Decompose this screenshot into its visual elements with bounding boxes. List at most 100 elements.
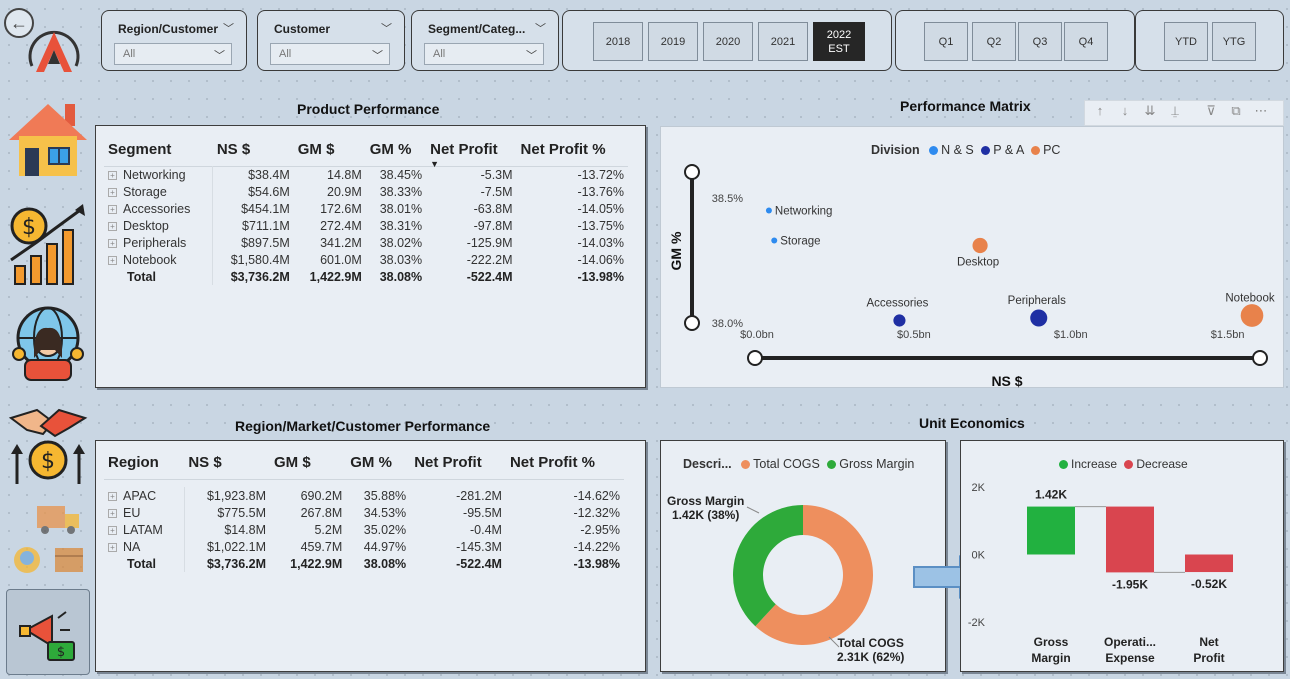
table-row[interactable]: + Storage $54.6M 20.9M 38.33% -7.5M -13.76% — [104, 183, 628, 200]
expand-plus-icon[interactable]: + — [108, 170, 117, 180]
filter-select[interactable]: All ﹀ — [270, 43, 390, 65]
quarter-q3-button[interactable]: Q3 — [1018, 22, 1062, 61]
y-axis-label: GM % — [668, 231, 684, 270]
filter-region-customer[interactable]: Region/Customer ﹀ All ﹀ — [101, 10, 247, 71]
table-cell: 38.03% — [379, 252, 423, 267]
filter-icon[interactable]: ⊽ — [1200, 103, 1222, 123]
supply-chain-nav-icon[interactable] — [6, 498, 90, 584]
chevron-down-icon[interactable]: ﹀ — [223, 20, 234, 36]
table-row[interactable]: + Accessories $454.1M 172.6M 38.01% -63.8M -14… — [104, 200, 628, 217]
expand-plus-icon[interactable]: + — [108, 542, 117, 552]
year-2021-button[interactable]: 2021 — [758, 22, 808, 61]
col-header[interactable]: Net Profit % — [517, 134, 628, 166]
svg-text:$: $ — [57, 645, 65, 660]
col-header[interactable]: Net Profit % — [506, 447, 624, 479]
waterfall-bar[interactable] — [1185, 554, 1233, 573]
col-header[interactable]: GM % — [366, 134, 426, 166]
filter-select[interactable]: All ﹀ — [114, 43, 232, 65]
expand-hierarchy-icon[interactable]: ⍊ — [1164, 103, 1186, 123]
table-row[interactable]: + NA $1,022.1M 459.7M 44.97% -145.3M -14.22% — [104, 538, 624, 555]
total-cell: -522.4M — [466, 269, 513, 284]
more-options-icon[interactable]: ⋯ — [1250, 103, 1272, 123]
table-row[interactable]: + Notebook $1,580.4M 601.0M 38.03% -222.2M -14… — [104, 251, 628, 268]
table-cell: -13.75% — [577, 218, 624, 233]
table-cell: 5.2M — [314, 522, 343, 537]
expand-plus-icon[interactable]: + — [108, 508, 117, 518]
table-cell: -12.32% — [573, 505, 620, 520]
quarter-q1-button[interactable]: Q1 — [924, 22, 968, 61]
expand-plus-icon[interactable]: + — [108, 525, 117, 535]
total-row[interactable]: Total $3,736.2M 1,422.9M 38.08% -522.4M -13.9… — [104, 555, 624, 572]
year-2022-est-button[interactable]: 2022 EST — [813, 22, 865, 61]
col-header[interactable]: Segment — [104, 134, 213, 166]
col-header[interactable]: Region — [104, 447, 184, 479]
table-cell: -7.5M — [480, 184, 513, 199]
chevron-down-icon: ﹀ — [214, 50, 225, 62]
expand-plus-icon[interactable]: + — [108, 238, 117, 248]
expand-plus-icon[interactable]: + — [108, 221, 117, 231]
table-row[interactable]: + Networking $38.4M 14.8M 38.45% -5.3M -13.72% — [104, 166, 628, 183]
category-label: Operati... Expense — [1104, 635, 1156, 665]
table-row[interactable]: + APAC $1,923.8M 690.2M 35.88% -281.2M -14.62% — [104, 487, 624, 504]
drill-down-icon[interactable]: ↓ — [1114, 103, 1136, 123]
drill-up-icon[interactable]: ↑ — [1089, 103, 1111, 123]
col-header[interactable]: GM $ — [294, 134, 366, 166]
waterfall-bar[interactable] — [1027, 506, 1075, 555]
col-header-sorted[interactable]: Net Profit ▼ — [426, 134, 516, 169]
finance-nav-icon[interactable]: $ — [6, 200, 90, 286]
expand-plus-icon[interactable]: + — [108, 187, 117, 197]
year-2019-button[interactable]: 2019 — [648, 22, 698, 61]
ytd-button[interactable]: YTD — [1164, 22, 1208, 61]
drill-all-icon[interactable]: ⇊ — [1139, 103, 1161, 123]
focus-mode-icon[interactable]: ⧉ — [1225, 103, 1247, 123]
table-row[interactable]: + Desktop $711.1M 272.4M 38.31% -97.8M -13.75% — [104, 217, 628, 234]
scatter-point[interactable] — [765, 207, 772, 214]
table-cell: $1,022.1M — [206, 539, 267, 554]
deal-nav-icon[interactable]: $ — [6, 400, 90, 486]
ytg-button[interactable]: YTG — [1212, 22, 1256, 61]
home-nav-icon[interactable] — [6, 96, 90, 182]
marketing-nav-icon[interactable]: $ — [6, 589, 90, 675]
table-cell: -95.5M — [463, 505, 502, 520]
table-cell: -14.62% — [573, 488, 620, 503]
scatter-point[interactable] — [771, 237, 778, 244]
col-header[interactable]: NS $ — [184, 447, 270, 479]
table-row[interactable]: + EU $775.5M 267.8M 34.53% -95.5M -12.32% — [104, 504, 624, 521]
year-2018-button[interactable]: 2018 — [593, 22, 643, 61]
table-cell: 38.02% — [379, 235, 423, 250]
sidebar: ← $ $ $ — [0, 0, 95, 679]
gm-data-label: Gross Margin 1.42K (38%) — [667, 494, 745, 522]
scatter-point[interactable] — [972, 237, 988, 254]
col-header[interactable]: Net Profit — [410, 447, 506, 479]
y-slider-handle[interactable] — [684, 315, 700, 331]
col-header[interactable]: NS $ — [213, 134, 294, 166]
customer-nav-icon[interactable] — [6, 302, 90, 388]
row-label: + Notebook — [104, 251, 214, 268]
table-row[interactable]: + LATAM $14.8M 5.2M 35.02% -0.4M -2.95% — [104, 521, 624, 538]
expand-plus-icon[interactable]: + — [108, 255, 117, 265]
y-slider-handle[interactable] — [684, 164, 700, 180]
table-row[interactable]: + Peripherals $897.5M 341.2M 38.02% -125.9M -1… — [104, 234, 628, 251]
filter-select[interactable]: All ﹀ — [424, 43, 544, 65]
total-row[interactable]: Total $3,736.2M 1,422.9M 38.08% -522.4M -13.9… — [104, 268, 628, 285]
col-header[interactable]: GM $ — [270, 447, 346, 479]
quarter-q2-button[interactable]: Q2 — [972, 22, 1016, 61]
x-slider-handle[interactable] — [747, 350, 763, 366]
waterfall-bar[interactable] — [1106, 506, 1154, 573]
quarter-q4-button[interactable]: Q4 — [1064, 22, 1108, 61]
filter-segment-category[interactable]: Segment/Categ... ﹀ All ﹀ — [411, 10, 559, 71]
year-2020-button[interactable]: 2020 — [703, 22, 753, 61]
scatter-point[interactable] — [893, 314, 906, 327]
expand-plus-icon[interactable]: + — [108, 204, 117, 214]
scatter-point[interactable] — [1240, 304, 1264, 327]
chevron-down-icon[interactable]: ﹀ — [535, 20, 546, 36]
donut-slice[interactable] — [733, 505, 803, 627]
filter-customer[interactable]: Customer ﹀ All ﹀ — [257, 10, 405, 71]
expand-plus-icon[interactable]: + — [108, 491, 117, 501]
y-tick-label: 38.5% — [712, 193, 743, 205]
x-slider-handle[interactable] — [1252, 350, 1268, 366]
scatter-point[interactable] — [1030, 309, 1048, 327]
col-header[interactable]: GM % — [346, 447, 410, 479]
chevron-down-icon[interactable]: ﹀ — [381, 20, 392, 36]
table-cell: 690.2M — [300, 488, 343, 503]
